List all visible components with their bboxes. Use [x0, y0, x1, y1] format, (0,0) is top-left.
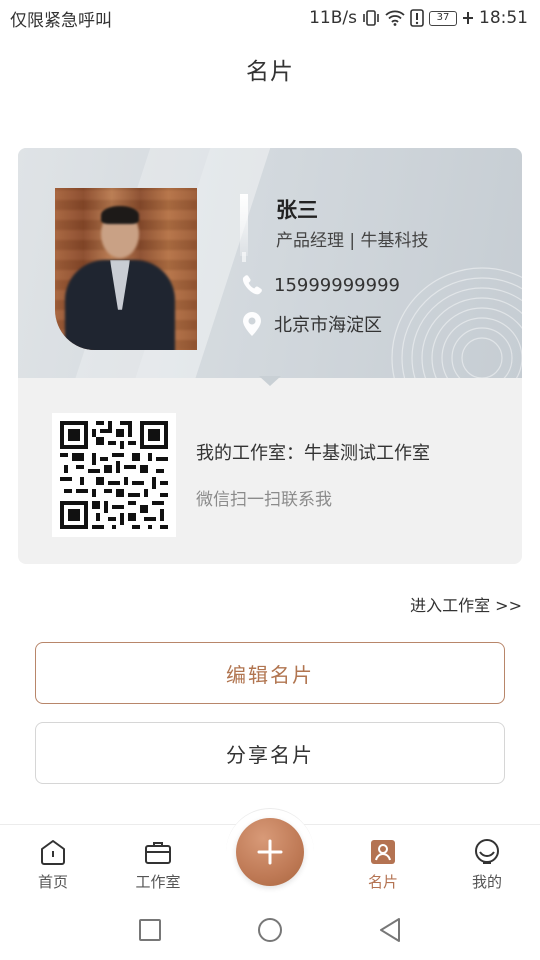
- decorative-rings: [391, 267, 522, 378]
- qr-code[interactable]: [52, 413, 176, 537]
- home-button[interactable]: [255, 915, 285, 945]
- alert-icon: [410, 9, 424, 27]
- address-row: 北京市海淀区: [240, 311, 382, 337]
- tab-home[interactable]: 首页: [8, 837, 98, 892]
- status-carrier-text: 仅限紧急呼叫: [10, 10, 112, 31]
- phone-row[interactable]: 15999999999: [240, 273, 400, 297]
- card-job-title: 产品经理 | 牛基科技: [276, 231, 429, 251]
- profile-icon: [475, 839, 499, 864]
- share-card-button[interactable]: 分享名片: [35, 722, 505, 784]
- tab-profile-label: 我的: [471, 873, 502, 891]
- tab-home-label: 首页: [37, 873, 68, 891]
- card-icon: [371, 840, 395, 864]
- tab-card[interactable]: 名片: [338, 837, 428, 892]
- recent-apps-button[interactable]: [135, 915, 165, 945]
- address-text: 北京市海淀区: [274, 315, 382, 336]
- status-time: 18:51: [479, 8, 528, 28]
- avatar-photo: [55, 188, 197, 350]
- vibrate-icon: [363, 10, 379, 26]
- add-button[interactable]: [236, 818, 304, 886]
- scan-hint: 微信扫一扫联系我: [196, 490, 332, 510]
- tab-studio[interactable]: 工作室: [113, 837, 203, 892]
- studio-label: 我的工作室：牛基测试工作室: [196, 443, 430, 464]
- business-card: 张三 产品经理 | 牛基科技 15999999999 北京市海淀区 我的工作室：…: [18, 148, 522, 564]
- enter-studio-link[interactable]: 进入工作室 >>: [410, 592, 522, 616]
- back-button[interactable]: [375, 915, 405, 945]
- battery-icon: 37: [429, 10, 457, 26]
- card-pointer: [259, 376, 281, 386]
- edit-card-button[interactable]: 编辑名片: [35, 642, 505, 704]
- wifi-icon: [385, 10, 405, 26]
- status-icons: 11B/s 37 18:51: [309, 8, 528, 28]
- phone-icon: [242, 275, 262, 295]
- phone-number: 15999999999: [274, 274, 400, 296]
- briefcase-icon: [145, 842, 171, 864]
- card-name: 张三: [276, 198, 318, 222]
- tab-card-label: 名片: [367, 873, 398, 891]
- charging-icon: [463, 12, 473, 24]
- tab-studio-label: 工作室: [135, 873, 181, 891]
- location-pin-icon: [243, 312, 261, 336]
- card-header: 张三 产品经理 | 牛基科技 15999999999 北京市海淀区: [18, 148, 522, 378]
- status-bar: 仅限紧急呼叫 11B/s 37 18:51: [0, 0, 540, 36]
- home-icon: [41, 840, 65, 865]
- tab-profile[interactable]: 我的: [442, 837, 532, 892]
- plus-icon: [257, 839, 283, 865]
- page-title: 名片: [246, 59, 294, 85]
- decorative-divider: [240, 194, 248, 262]
- network-speed: 11B/s: [309, 8, 357, 28]
- system-nav-bar: [0, 900, 540, 960]
